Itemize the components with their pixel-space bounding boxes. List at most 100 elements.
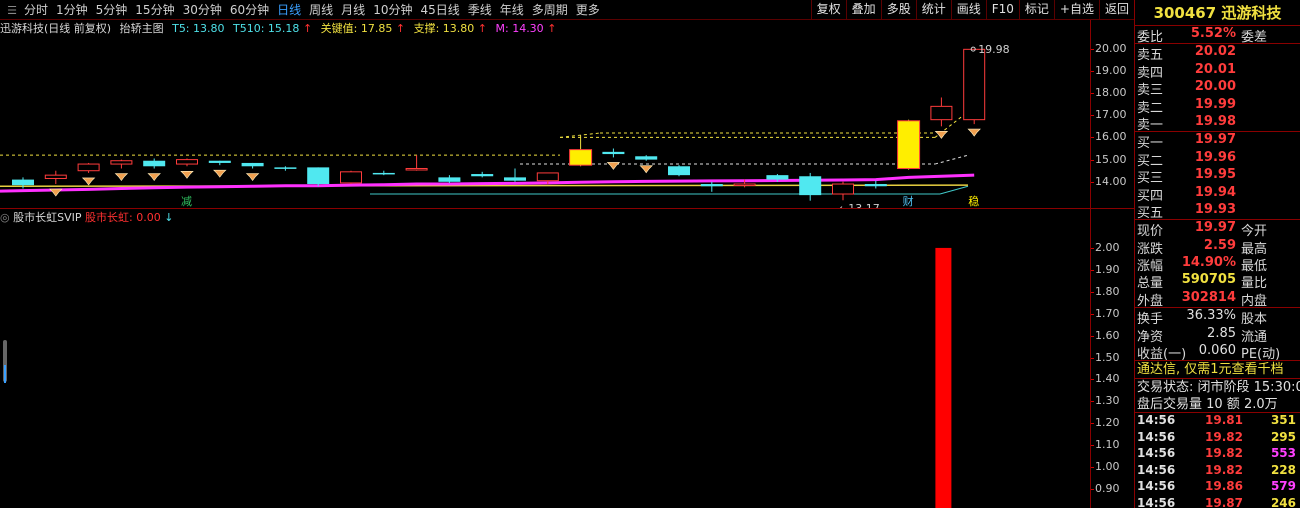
fundamental[interactable]: 换手 36.33% 股本 [1135, 308, 1300, 328]
candle[interactable] [208, 160, 231, 166]
toolbar-button[interactable]: 返回 [1098, 0, 1134, 20]
candle[interactable] [963, 48, 986, 125]
stock-header[interactable]: 300467 迅游科技 [1135, 0, 1300, 26]
period-tab[interactable]: 1分钟 [52, 0, 92, 20]
down-arrow-icon: ↓ [164, 211, 174, 224]
ask[interactable]: 卖一 19.98 [1135, 114, 1300, 133]
toolbar-button[interactable]: 标记 [1018, 0, 1054, 20]
stat[interactable]: 涨跌 2.59 最高 [1135, 238, 1300, 257]
period-tab[interactable]: 45日线 [416, 0, 463, 20]
event-mark[interactable]: 减 [181, 195, 192, 208]
bid[interactable]: 买一 19.97 [1135, 132, 1300, 152]
t510-value: T510: 15.18 [233, 22, 300, 35]
candle[interactable] [143, 158, 166, 169]
bid[interactable]: 买五 19.93 [1135, 202, 1300, 221]
candle[interactable] [930, 97, 953, 127]
period-tab[interactable]: 周线 [305, 0, 337, 20]
stat[interactable]: 现价 19.97 今开 [1135, 220, 1300, 240]
toolbar-button[interactable]: 复权 [810, 0, 846, 20]
candlestick-chart[interactable]: 19.98←13.17减财稳 [0, 36, 1090, 208]
candle[interactable] [307, 167, 330, 187]
bid-label: 买一 [1137, 136, 1164, 152]
fundamental[interactable]: 收益(一) 0.060 PE(动) [1135, 343, 1300, 363]
candle[interactable] [241, 162, 264, 169]
period-tab[interactable]: 季线 [464, 0, 496, 20]
toolbar-button[interactable]: +自选 [1053, 0, 1099, 20]
candle[interactable] [504, 168, 526, 182]
event-mark[interactable]: 稳 [968, 194, 979, 208]
ask[interactable]: 卖二 19.99 [1135, 97, 1300, 116]
period-tab[interactable]: 5分钟 [92, 0, 132, 20]
stat[interactable]: 总量 590705 量比 [1135, 272, 1300, 291]
quote-panel: 300467 迅游科技 委比 5.52% 委差 卖五 20.02 卖四 20.01 卖三… [1134, 0, 1300, 508]
stat[interactable]: 外盘 302814 内盘 [1135, 290, 1300, 309]
indicator-axis: 2.00 1.90 1.80 1.70 1.60 1.50 1.40 1.30 1.20 1.10… [1090, 209, 1134, 508]
period-tab[interactable]: 月线 [337, 0, 369, 20]
candle[interactable] [635, 155, 658, 161]
period-tab[interactable]: 日线 [273, 0, 305, 20]
period-tab[interactable]: 15分钟 [131, 0, 178, 20]
bid[interactable]: 买四 19.94 [1135, 185, 1300, 204]
toolbar-button[interactable]: F10 [985, 0, 1019, 20]
weibi-label: 委比 [1137, 30, 1164, 45]
bid-value: 19.96 [1194, 149, 1236, 165]
candle[interactable] [372, 170, 395, 176]
tick-row: 14:56 19.81 351 [1135, 413, 1300, 430]
period-tab[interactable]: 60分钟 [226, 0, 273, 20]
candle[interactable] [438, 175, 461, 183]
sub-chart-gear-icon[interactable]: ◎ [0, 211, 10, 224]
stat-label: 现价 [1137, 224, 1164, 240]
stat[interactable]: 涨幅 14.90% 最低 [1135, 255, 1300, 274]
ask[interactable]: 卖三 20.00 [1135, 79, 1300, 98]
candle-body [307, 167, 330, 185]
bid[interactable]: 买三 19.95 [1135, 167, 1300, 186]
bid-book: 买一 19.97 买二 19.96 买三 19.95 买四 19.94 买五 19.93 [1135, 132, 1300, 221]
tick-row: 14:56 19.82 553 [1135, 446, 1300, 463]
candle-body [504, 177, 526, 181]
candle[interactable] [176, 158, 198, 167]
candle[interactable] [832, 181, 854, 201]
candle[interactable] [44, 170, 67, 185]
toolbar-button[interactable]: 画线 [950, 0, 986, 20]
candle[interactable] [110, 159, 133, 169]
toolbar-button[interactable]: 叠加 [845, 0, 881, 20]
fundamental-right-label: PE(动) [1241, 347, 1281, 363]
candle-body [700, 184, 723, 187]
candle[interactable] [77, 162, 100, 173]
period-tab[interactable]: 30分钟 [179, 0, 226, 20]
candle[interactable] [274, 166, 297, 171]
candle[interactable] [668, 165, 690, 177]
event-mark[interactable]: 财 [903, 194, 914, 208]
candle[interactable] [700, 181, 723, 192]
fundamental-label: 换手 [1137, 312, 1164, 328]
candle[interactable] [602, 148, 625, 158]
candle[interactable] [864, 180, 887, 189]
candle-body [471, 174, 494, 177]
candle[interactable] [471, 171, 494, 178]
menu-icon[interactable]: ☰ [4, 4, 20, 17]
candle[interactable] [799, 172, 822, 201]
up-arrow-icon: ↑ [547, 22, 557, 35]
ask[interactable]: 卖五 20.02 [1135, 44, 1300, 63]
candle-body [635, 156, 658, 160]
tick-list: 14:56 19.81 351 14:56 19.82 295 14:56 19.82 553 1… [1135, 413, 1300, 508]
ask[interactable]: 卖四 20.01 [1135, 62, 1300, 81]
toolbar-button[interactable]: 多股 [880, 0, 916, 20]
promo-banner[interactable]: 通达信, 仅需1元查看千档 [1135, 361, 1300, 380]
sub-indicator-name[interactable]: 股市长虹SVIP [13, 211, 81, 224]
period-tab[interactable]: 分时 [20, 0, 52, 20]
toolbar-button[interactable]: 统计 [915, 0, 951, 20]
period-tab[interactable]: 更多 [572, 0, 604, 20]
period-tab[interactable]: 多周期 [528, 0, 572, 20]
fundamental[interactable]: 净资 2.85 流通 [1135, 326, 1300, 345]
candle[interactable] [569, 135, 593, 167]
bid[interactable]: 买二 19.96 [1135, 149, 1300, 169]
candle[interactable] [340, 170, 362, 185]
formula-name[interactable]: 抬轿主图 [120, 22, 164, 35]
indicator-chart[interactable] [0, 224, 1090, 508]
candle[interactable] [897, 119, 921, 170]
period-tab[interactable]: 10分钟 [369, 0, 416, 20]
tick-row: 14:56 19.86 579 [1135, 479, 1300, 496]
candle[interactable] [405, 155, 428, 171]
period-tab[interactable]: 年线 [496, 0, 528, 20]
